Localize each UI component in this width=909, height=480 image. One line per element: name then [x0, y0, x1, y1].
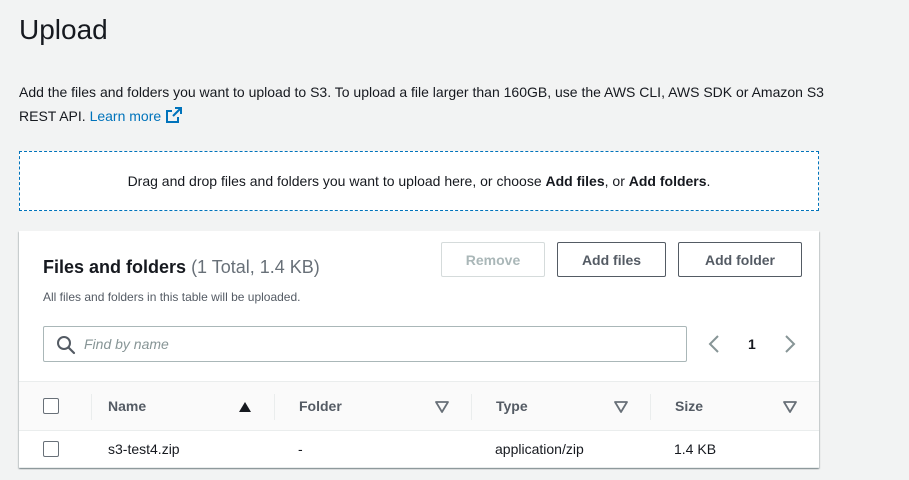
- panel-subtitle: All files and folders in this table will…: [43, 290, 301, 304]
- cell-type: application/zip: [495, 441, 584, 457]
- remove-button[interactable]: Remove: [441, 242, 545, 277]
- drop-zone[interactable]: Drag and drop files and folders you want…: [19, 151, 819, 211]
- search-icon: [56, 335, 76, 360]
- panel-count: (1 Total, 1.4 KB): [191, 257, 320, 277]
- chevron-left-icon[interactable]: [705, 333, 725, 360]
- column-separator: [91, 394, 92, 420]
- page-title: Upload: [19, 14, 108, 45]
- column-header-size[interactable]: Size: [675, 382, 703, 430]
- column-header-type[interactable]: Type: [496, 382, 528, 430]
- cell-name: s3-test4.zip: [108, 441, 180, 457]
- select-all-checkbox[interactable]: [43, 398, 59, 414]
- current-page[interactable]: 1: [748, 336, 756, 352]
- sort-ascending-icon[interactable]: [238, 400, 252, 418]
- upload-page: Upload Add the files and folders you wan…: [0, 0, 909, 480]
- cell-size: 1.4 KB: [674, 441, 717, 457]
- search-box: [43, 326, 687, 362]
- dropzone-add-files: Add files: [545, 173, 605, 189]
- page-description: Add the files and folders you want to up…: [19, 80, 839, 131]
- learn-more-link[interactable]: Learn more: [89, 107, 184, 124]
- table-row[interactable]: s3-test4.zip - application/zip 1.4 KB: [19, 431, 819, 468]
- learn-more-label: Learn more: [89, 108, 162, 124]
- panel-title-text: Files and folders: [43, 257, 187, 277]
- column-separator: [274, 394, 275, 420]
- dropzone-text-suffix: .: [706, 173, 711, 189]
- column-separator: [471, 394, 472, 420]
- row-checkbox[interactable]: [43, 441, 59, 457]
- sort-caret-down-icon[interactable]: [783, 400, 797, 418]
- dropzone-add-folders: Add folders: [628, 173, 707, 189]
- sort-caret-down-icon[interactable]: [435, 400, 449, 418]
- external-link-icon: [165, 106, 183, 131]
- table-header: Name Folder Type Size: [19, 381, 819, 431]
- chevron-right-icon[interactable]: [779, 333, 799, 360]
- column-header-name[interactable]: Name: [108, 382, 146, 430]
- column-separator: [650, 394, 651, 420]
- cell-folder: -: [298, 441, 303, 457]
- column-header-folder[interactable]: Folder: [299, 382, 342, 430]
- dropzone-text-prefix: Drag and drop files and folders you want…: [127, 173, 546, 189]
- add-folder-button[interactable]: Add folder: [678, 242, 802, 277]
- dropzone-text-middle: , or: [604, 173, 629, 189]
- panel-title: Files and folders (1 Total, 1.4 KB): [43, 257, 320, 278]
- search-input[interactable]: [84, 327, 674, 361]
- add-files-button[interactable]: Add files: [557, 242, 666, 277]
- pagination: 1: [705, 333, 805, 355]
- files-and-folders-panel: Files and folders (1 Total, 1.4 KB) All …: [19, 231, 819, 468]
- dropzone-text: Drag and drop files and folders you want…: [128, 173, 711, 189]
- sort-caret-down-icon[interactable]: [614, 400, 628, 418]
